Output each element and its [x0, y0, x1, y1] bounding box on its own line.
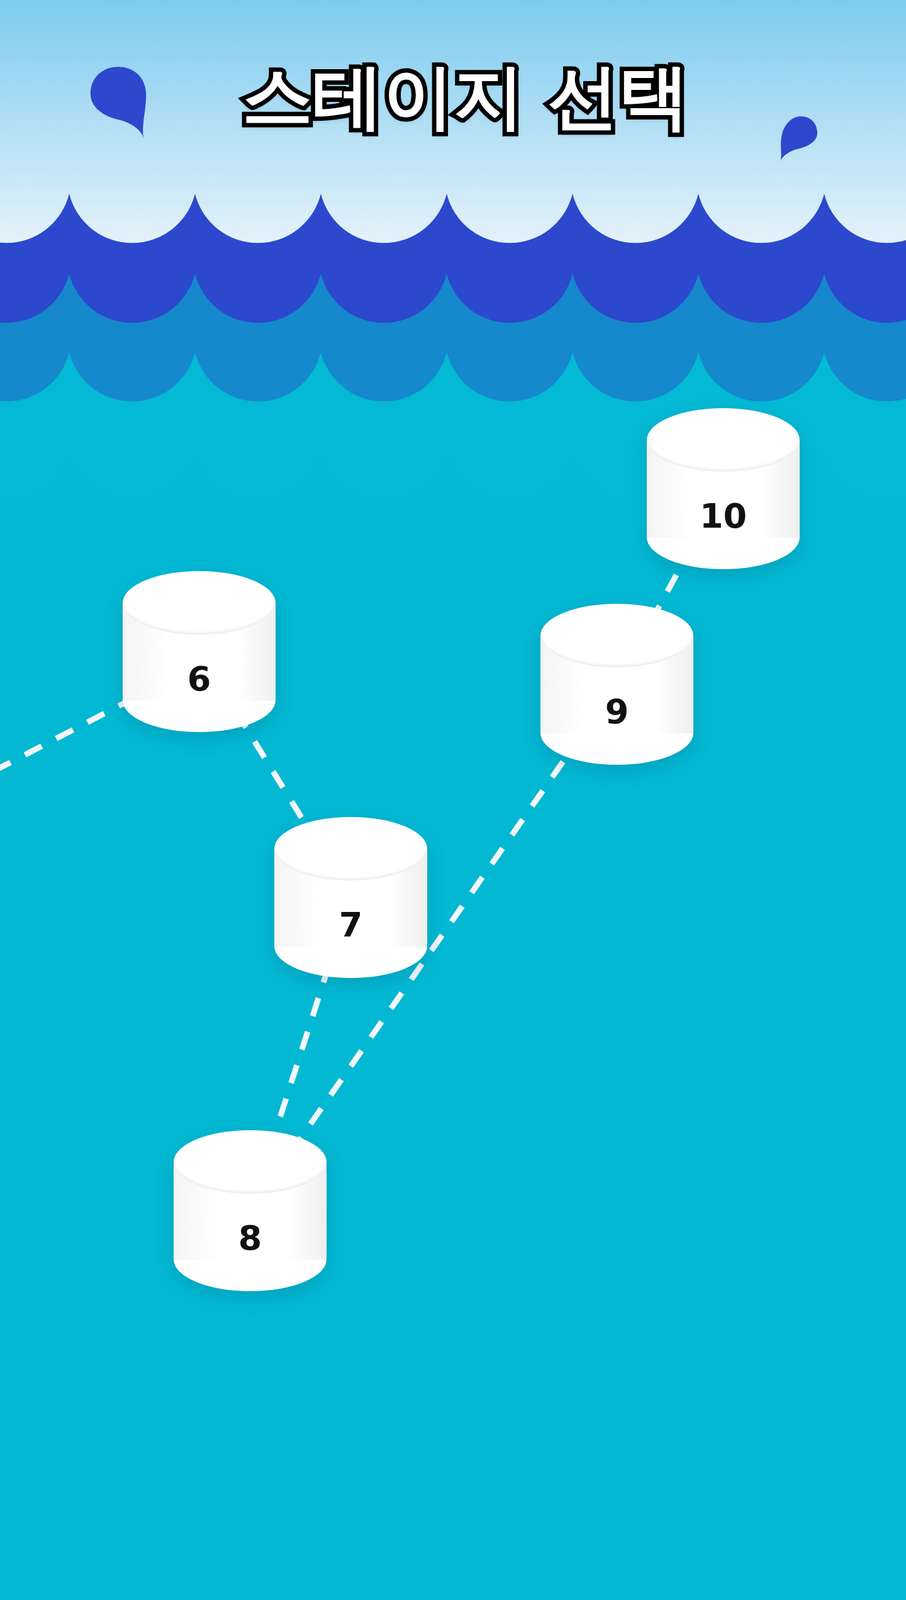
stage-button[interactable]: 10	[646, 408, 800, 570]
path-segment	[250, 684, 618, 1212]
stage-number: 9	[540, 693, 694, 731]
stage-number: 6	[122, 660, 276, 698]
stage-number: 8	[173, 1219, 327, 1258]
stage-button[interactable]: 7	[274, 817, 428, 979]
header: 스테이지 선택	[0, 0, 906, 136]
stage-button[interactable]: 9	[540, 604, 694, 766]
water-drop-icon	[778, 115, 819, 162]
stage-number: 10	[646, 497, 800, 535]
screen-title: 스테이지 선택	[242, 57, 690, 136]
stage-button[interactable]: 6	[122, 571, 276, 733]
stage-number: 7	[274, 906, 428, 944]
stage-path	[0, 0, 906, 1600]
stage-select-screen: 스테이지 선택 6 7 8 9 10	[0, 0, 906, 1600]
sea-background	[0, 0, 906, 1600]
stage-button[interactable]: 8	[173, 1130, 327, 1292]
water-drop-icon	[88, 64, 149, 140]
